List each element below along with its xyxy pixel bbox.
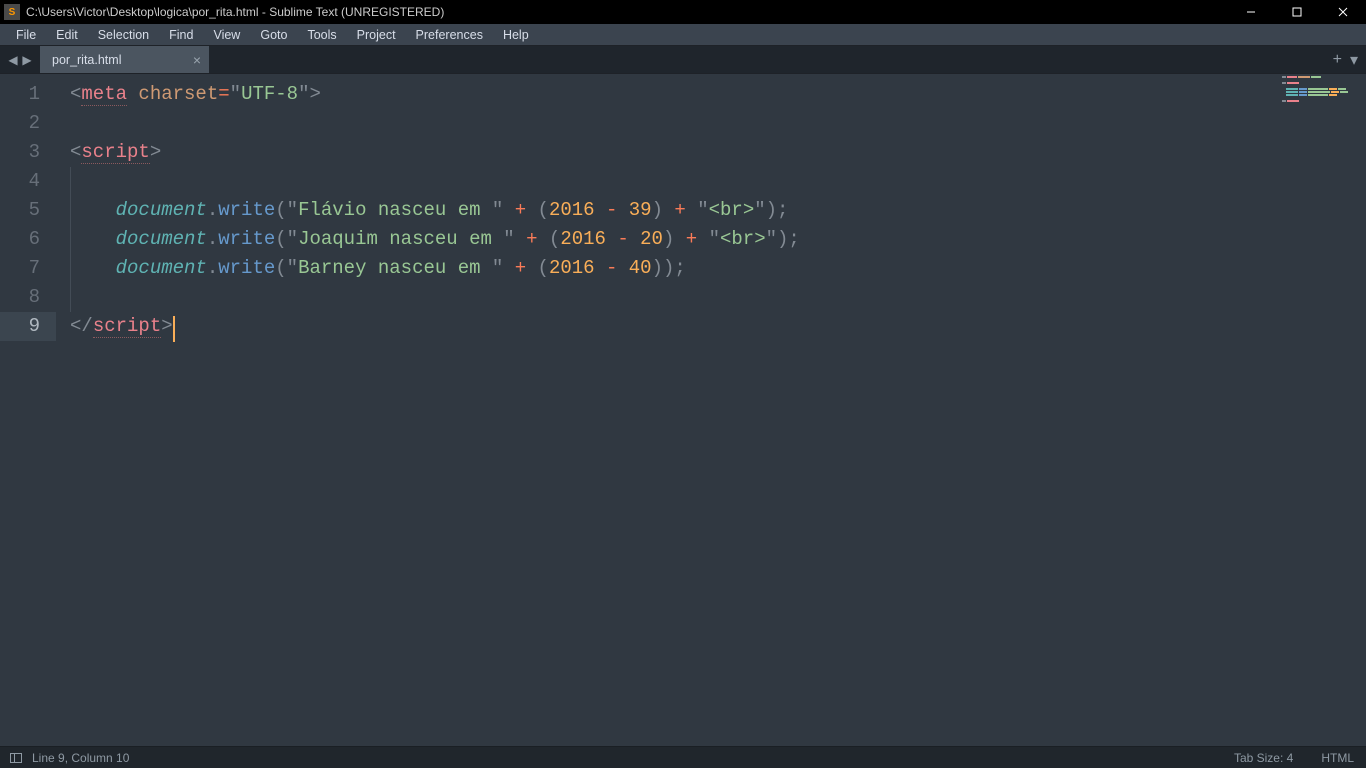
code-line[interactable]: <meta charset="UTF-8"> xyxy=(70,80,1366,109)
menu-view[interactable]: View xyxy=(203,26,250,44)
tab-menu-icon[interactable]: ▾ xyxy=(1350,50,1358,70)
code-line[interactable] xyxy=(70,109,1366,138)
line-number[interactable]: 9 xyxy=(0,312,56,341)
code-line[interactable] xyxy=(70,283,1366,312)
editor[interactable]: 1 2 3 4 5 6 7 8 9 <meta charset="UTF-8">… xyxy=(0,74,1366,746)
menu-file[interactable]: File xyxy=(6,26,46,44)
tab-label: por_rita.html xyxy=(52,53,121,67)
menu-project[interactable]: Project xyxy=(347,26,406,44)
window-controls xyxy=(1228,0,1366,24)
menu-edit[interactable]: Edit xyxy=(46,26,88,44)
code-line[interactable]: document.write("Barney nasceu em " + (20… xyxy=(70,254,1366,283)
code-line[interactable]: <script> xyxy=(70,138,1366,167)
minimap[interactable] xyxy=(1276,76,1366,748)
maximize-button[interactable] xyxy=(1274,0,1320,24)
line-number[interactable]: 6 xyxy=(0,225,56,254)
line-number[interactable]: 5 xyxy=(0,196,56,225)
line-number[interactable]: 2 xyxy=(0,109,56,138)
code-content[interactable]: <meta charset="UTF-8"> <script> document… xyxy=(56,74,1366,341)
menu-selection[interactable]: Selection xyxy=(88,26,159,44)
menu-preferences[interactable]: Preferences xyxy=(406,26,493,44)
tab-back-icon[interactable]: ◀ xyxy=(7,53,19,67)
tab-history-nav: ◀ ▶ xyxy=(0,46,40,73)
app-icon: S xyxy=(4,4,20,20)
panel-toggle-icon[interactable] xyxy=(10,753,22,763)
close-button[interactable] xyxy=(1320,0,1366,24)
line-number[interactable]: 4 xyxy=(0,167,56,196)
status-syntax[interactable]: HTML xyxy=(1321,751,1354,765)
tab-por-rita[interactable]: por_rita.html × xyxy=(40,46,210,73)
status-tab-size[interactable]: Tab Size: 4 xyxy=(1234,751,1293,765)
line-number[interactable]: 1 xyxy=(0,80,56,109)
menu-find[interactable]: Find xyxy=(159,26,203,44)
gutter: 1 2 3 4 5 6 7 8 9 xyxy=(0,74,56,746)
line-number[interactable]: 7 xyxy=(0,254,56,283)
window-title: C:\Users\Victor\Desktop\logica\por_rita.… xyxy=(26,5,444,19)
tab-close-icon[interactable]: × xyxy=(193,52,201,68)
minimize-button[interactable] xyxy=(1228,0,1274,24)
code-line[interactable]: </script> xyxy=(70,312,1366,341)
menu-tools[interactable]: Tools xyxy=(297,26,346,44)
tab-strip: ◀ ▶ por_rita.html × + ▾ xyxy=(0,46,1366,74)
tab-forward-icon[interactable]: ▶ xyxy=(21,53,33,67)
line-number[interactable]: 8 xyxy=(0,283,56,312)
cursor-caret xyxy=(173,316,175,342)
code-line[interactable] xyxy=(70,167,1366,196)
title-bar: S C:\Users\Victor\Desktop\logica\por_rit… xyxy=(0,0,1366,24)
line-number[interactable]: 3 xyxy=(0,138,56,167)
status-cursor-position: Line 9, Column 10 xyxy=(32,751,129,765)
menu-help[interactable]: Help xyxy=(493,26,539,44)
status-bar: Line 9, Column 10 Tab Size: 4 HTML xyxy=(0,746,1366,768)
code-line[interactable]: document.write("Joaquim nasceu em " + (2… xyxy=(70,225,1366,254)
menu-bar: File Edit Selection Find View Goto Tools… xyxy=(0,24,1366,46)
menu-goto[interactable]: Goto xyxy=(250,26,297,44)
new-tab-icon[interactable]: + xyxy=(1333,51,1342,69)
code-line[interactable]: document.write("Flávio nasceu em " + (20… xyxy=(70,196,1366,225)
